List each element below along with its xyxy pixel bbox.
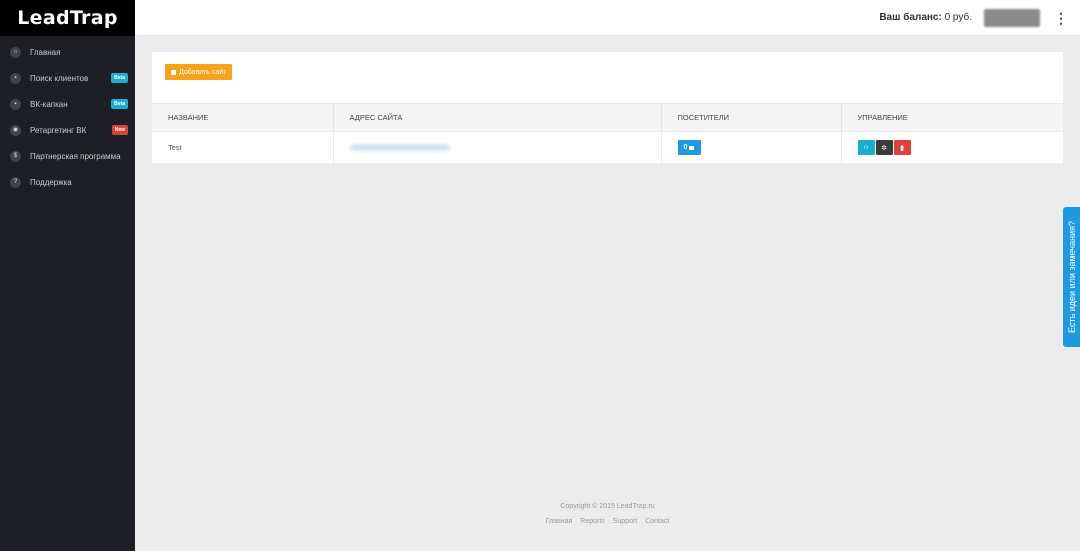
copyright: Copyright © 2015 LeadTrap.ru xyxy=(560,503,655,510)
folder-icon: ▪ xyxy=(10,72,21,84)
topbar: Ваш баланс: 0 руб. ⋮ xyxy=(135,0,1080,36)
folder-icon: ▪ xyxy=(10,98,21,110)
site-name: Test xyxy=(152,131,334,164)
sidebar-item-label: Ретаргетинг ВК xyxy=(30,125,87,135)
actions-cell: ‹› ✲ ▮ xyxy=(841,131,1063,164)
sidebar-item-affiliate[interactable]: $ Партнерская программа xyxy=(0,143,135,169)
camera-icon xyxy=(689,145,695,150)
new-badge: New xyxy=(111,125,128,135)
sidebar-item-label: Поиск клиентов xyxy=(30,73,89,83)
column-header-actions: УПРАВЛЕНИЕ xyxy=(841,103,1063,132)
site-url-cell xyxy=(333,131,662,164)
sidebar-item-vk-trap[interactable]: ▪ ВК-капкан Beta xyxy=(0,91,135,117)
question-icon: ? xyxy=(10,176,21,188)
footer-link-contact[interactable]: Contact xyxy=(645,518,669,525)
delete-button[interactable]: ▮ xyxy=(893,140,911,156)
feedback-tab[interactable]: Есть идеи или замечания? xyxy=(1063,207,1080,347)
balance-label: Ваш баланс: xyxy=(879,12,942,23)
plus-square-icon xyxy=(171,69,176,75)
visitors-cell: 0 xyxy=(661,131,842,164)
sidebar-item-client-search[interactable]: ▪ Поиск клиентов Beta xyxy=(0,65,135,91)
sidebar-item-home[interactable]: ⌂ Главная xyxy=(0,39,135,65)
footer-link-support[interactable]: Support xyxy=(613,518,638,525)
column-header-visitors: ПОСЕТИТЕЛИ xyxy=(661,103,842,132)
home-icon: ⌂ xyxy=(10,46,21,58)
settings-button[interactable]: ✲ xyxy=(875,140,893,156)
sidebar-item-label: Партнерская программа xyxy=(30,151,121,161)
table-row: Test 0 ‹› ✲ ▮ xyxy=(152,131,1063,164)
sidebar-item-label: Поддержка xyxy=(30,177,72,187)
balance: Ваш баланс: 0 руб. xyxy=(879,12,972,23)
sidebar-item-label: Главная xyxy=(30,47,61,57)
site-url-redacted[interactable] xyxy=(349,144,450,152)
dollar-icon: $ xyxy=(10,150,21,162)
beta-badge: Beta xyxy=(111,73,128,83)
logo[interactable]: LeadTrap xyxy=(0,0,135,36)
add-site-button[interactable]: Добавить сайт xyxy=(165,64,233,80)
footer-link-home[interactable]: Главная xyxy=(546,518,573,525)
sidebar-item-support[interactable]: ? Поддержка xyxy=(0,169,135,195)
footer-links: Главная Reports Support Contact xyxy=(135,518,1080,525)
add-site-label: Добавить сайт xyxy=(179,68,227,76)
beta-badge: Beta xyxy=(111,99,128,109)
column-header-name: НАЗВАНИЕ xyxy=(152,103,334,132)
sidebar: LeadTrap ⌂ Главная ▪ Поиск клиентов Beta… xyxy=(0,0,135,551)
sites-table: НАЗВАНИЕ АДРЕС САЙТА ПОСЕТИТЕЛИ УПРАВЛЕН… xyxy=(152,103,1063,164)
visitors-count: 0 xyxy=(683,144,688,152)
visitors-button[interactable]: 0 xyxy=(677,140,701,156)
feedback-label: Есть идеи или замечания? xyxy=(1066,221,1077,333)
sidebar-item-label: ВК-капкан xyxy=(30,99,68,109)
user-name-redacted[interactable] xyxy=(984,8,1040,27)
sidebar-item-vk-retargeting[interactable]: ◉ Ретаргетинг ВК New xyxy=(0,117,135,143)
code-button[interactable]: ‹› xyxy=(857,140,875,156)
sidebar-nav: ⌂ Главная ▪ Поиск клиентов Beta ▪ ВК-кап… xyxy=(0,36,135,195)
target-icon: ◉ xyxy=(10,124,21,136)
more-menu-icon[interactable]: ⋮ xyxy=(1054,11,1068,25)
column-header-url: АДРЕС САЙТА xyxy=(333,103,662,132)
balance-value: 0 руб. xyxy=(941,12,972,23)
sites-panel: Добавить сайт НАЗВАНИЕ АДРЕС САЙТА ПОСЕТ… xyxy=(152,52,1063,164)
table-header-row: НАЗВАНИЕ АДРЕС САЙТА ПОСЕТИТЕЛИ УПРАВЛЕН… xyxy=(152,103,1063,132)
footer: Copyright © 2015 LeadTrap.ru Главная Rep… xyxy=(135,503,1080,525)
footer-link-reports[interactable]: Reports xyxy=(580,518,605,525)
